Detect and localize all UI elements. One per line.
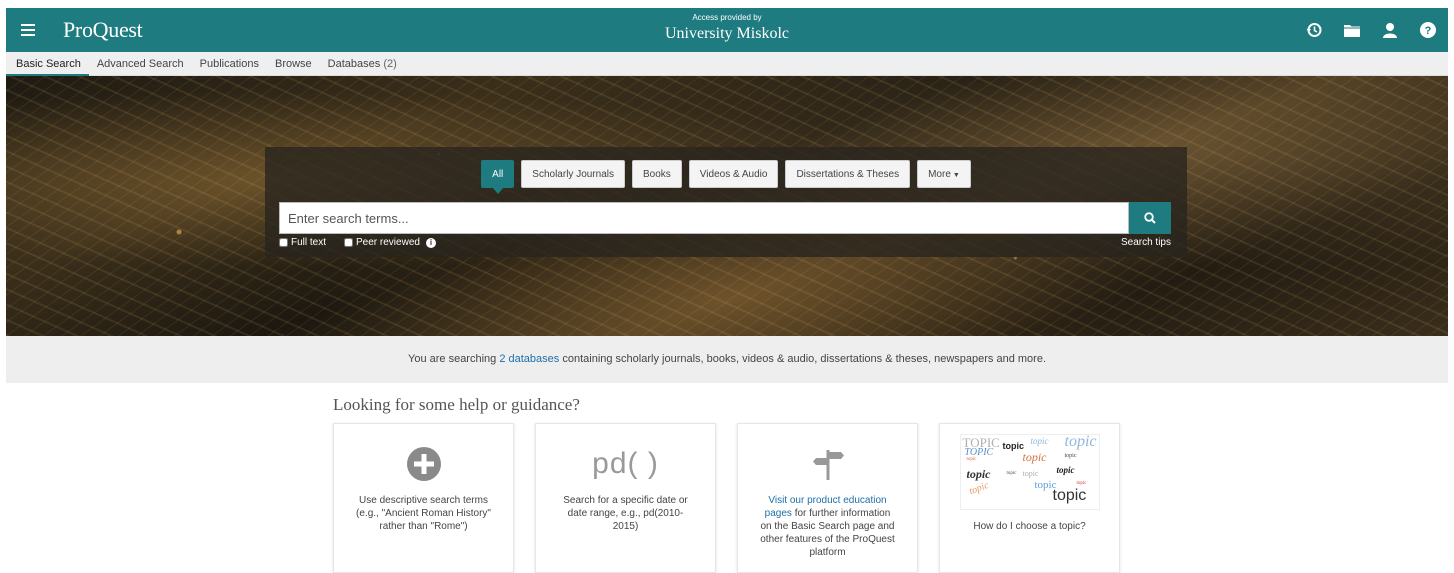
svg-text:?: ? [1425, 25, 1432, 37]
topic-word: topic [1056, 465, 1075, 475]
topic-word: topic [1076, 481, 1087, 486]
peer-reviewed-filter[interactable]: Peer reviewed i [344, 237, 436, 248]
search-icon [1144, 212, 1156, 224]
topic-word: topic [966, 457, 977, 462]
tab-dissertations-theses[interactable]: Dissertations & Theses [785, 160, 911, 188]
access-label: Access provided by [692, 13, 762, 22]
nav-basic-search[interactable]: Basic Search [6, 52, 89, 76]
search-tips-link[interactable]: Search tips [1121, 237, 1171, 248]
databases-link[interactable]: 2 databases [499, 353, 559, 365]
caret-down-icon: ▼ [952, 172, 960, 179]
topic-word-cloud[interactable]: TOPIC topic topic topic TOPIC topic topi… [959, 433, 1100, 510]
proquest-logo[interactable]: ProQuest [63, 17, 143, 43]
help-card-date: pd( ) Search for a specific date or date… [535, 423, 716, 573]
topic-word: topic [1002, 441, 1025, 451]
peer-reviewed-checkbox[interactable] [344, 238, 354, 247]
help-card-topic: TOPIC topic topic topic TOPIC topic topi… [939, 423, 1120, 573]
help-icon[interactable]: ? [1418, 20, 1438, 40]
topic-word: topic [966, 467, 991, 481]
header-icons: ? [1304, 8, 1438, 52]
full-text-filter[interactable]: Full text [279, 237, 326, 248]
topic-word: topic [1006, 471, 1017, 476]
search-filters: Full text Peer reviewed i [279, 237, 436, 248]
plus-circle-icon [334, 444, 513, 484]
main-nav: Basic Search Advanced Search Publication… [6, 52, 1448, 76]
tab-books[interactable]: Books [632, 160, 682, 188]
help-card-text: Search for a specific date or date range… [563, 495, 688, 532]
history-icon[interactable] [1304, 20, 1324, 40]
topic-word: topic [1022, 469, 1039, 478]
user-icon[interactable] [1380, 20, 1400, 40]
help-card-search-terms: Use descriptive search terms (e.g., "Anc… [333, 423, 514, 573]
search-button[interactable] [1129, 202, 1171, 234]
nav-advanced-search[interactable]: Advanced Search [89, 52, 192, 76]
topic-word: topic [1022, 450, 1047, 464]
tab-more[interactable]: More ▼ [917, 160, 971, 188]
signpost-icon [738, 444, 917, 484]
top-bar: ProQuest Access provided by University M… [6, 8, 1448, 52]
database-banner: You are searching 2 databases containing… [6, 336, 1448, 383]
banner-suffix: containing scholarly journals, books, vi… [562, 353, 1046, 365]
tab-all[interactable]: All [481, 160, 515, 194]
search-panel: All Scholarly Journals Books Videos & Au… [265, 147, 1187, 257]
nav-publications[interactable]: Publications [192, 52, 267, 76]
help-card-text: How do I choose a topic? [973, 521, 1086, 532]
source-type-tabs: All Scholarly Journals Books Videos & Au… [265, 160, 1187, 194]
help-card-text: Use descriptive search terms (e.g., "Anc… [356, 495, 491, 532]
peer-reviewed-label: Peer reviewed [356, 237, 420, 248]
pd-label: pd( ) [592, 447, 659, 480]
help-title: Looking for some help or guidance? [333, 395, 580, 414]
info-icon[interactable]: i [425, 237, 436, 248]
nav-databases-label: Databases [327, 57, 381, 70]
search-row [279, 202, 1171, 234]
folder-icon[interactable] [1342, 20, 1362, 40]
menu-icon[interactable] [6, 8, 50, 52]
topic-word: topic [1064, 453, 1077, 459]
tab-videos-audio[interactable]: Videos & Audio [688, 160, 779, 188]
help-card-education: Visit our product education pages for fu… [737, 423, 918, 573]
search-input[interactable] [279, 202, 1129, 234]
full-text-label: Full text [291, 237, 327, 248]
date-glyph: pd( ) [536, 444, 715, 484]
topic-word: topic [1030, 436, 1049, 446]
banner-prefix: You are searching [408, 353, 497, 365]
nav-databases[interactable]: Databases (2) [320, 52, 405, 76]
topic-word: topic [1064, 433, 1097, 450]
access-info: Access provided by University Miskolc [6, 12, 1448, 44]
full-text-checkbox[interactable] [279, 238, 288, 247]
tab-more-label: More [928, 169, 951, 180]
help-cards: Use descriptive search terms (e.g., "Anc… [333, 423, 1120, 573]
nav-browse[interactable]: Browse [267, 52, 320, 76]
institution-name: University Miskolc [665, 25, 789, 42]
help-card-text: Visit our product education pages for fu… [738, 494, 917, 559]
topic-word: topic [967, 479, 990, 498]
tab-scholarly-journals[interactable]: Scholarly Journals [521, 160, 625, 188]
databases-count: (2) [383, 57, 397, 70]
topic-word: topic [1052, 487, 1087, 504]
